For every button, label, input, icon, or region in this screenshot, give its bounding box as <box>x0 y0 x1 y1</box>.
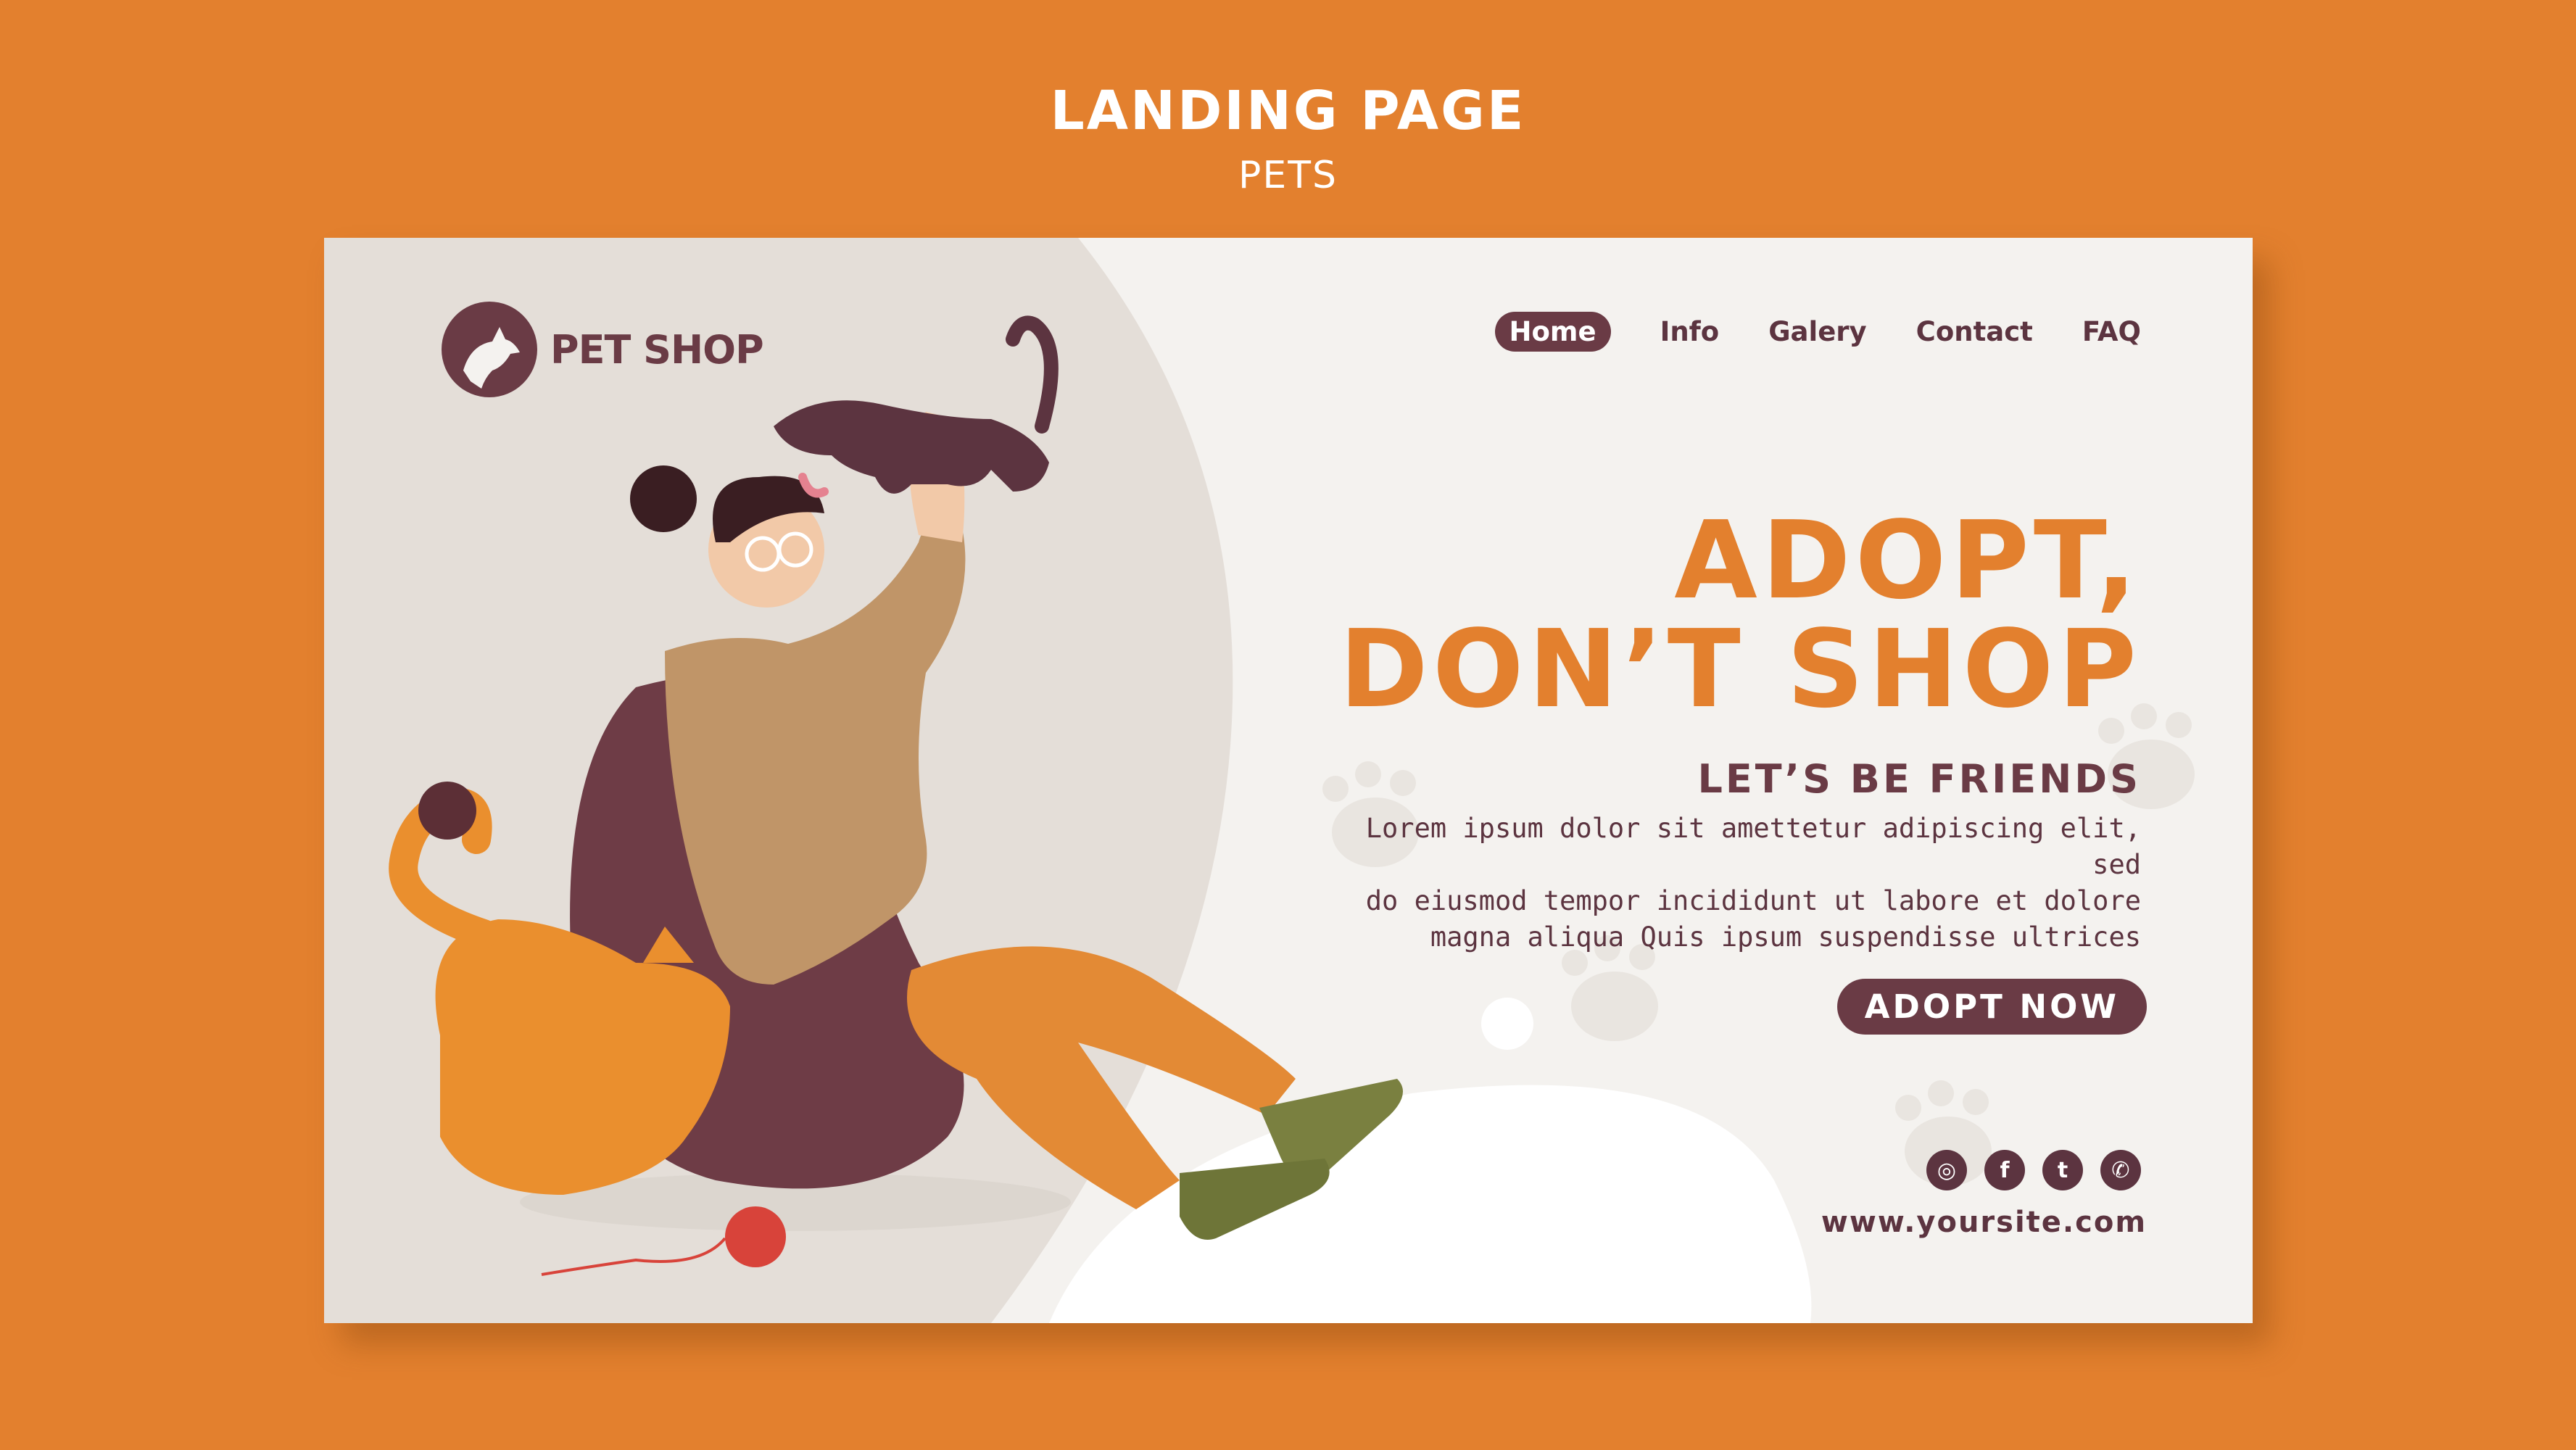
hero-paragraph: Lorem ipsum dolor sit amettetur adipisci… <box>1329 811 2141 956</box>
instagram-icon[interactable]: ◎ <box>1926 1150 1967 1190</box>
hero-subheading: LET’S BE FRIENDS <box>1697 756 2141 802</box>
puppy-tongue <box>798 473 829 498</box>
landing-page-card: PET SHOP Home Info Galery Contact FAQ AD… <box>324 238 2253 1323</box>
headline-line-1: ADOPT, <box>1674 498 2141 623</box>
hair-bun <box>630 465 697 532</box>
decor-circle <box>1481 998 1533 1050</box>
nav-item-galery[interactable]: Galery <box>1768 316 1866 347</box>
hero-headline: ADOPT, DON’T SHOP <box>1339 506 2141 724</box>
pet-logo-icon <box>442 302 537 397</box>
cat-tail-tip <box>418 782 476 840</box>
puppy <box>774 400 1049 494</box>
yarn-string <box>541 1237 726 1276</box>
paragraph-line-1: Lorem ipsum dolor sit amettetur adipisci… <box>1365 813 2141 880</box>
page-subtitle: PETS <box>1238 154 1338 197</box>
shoe-left <box>1180 1159 1330 1240</box>
paragraph-line-2: do eiusmod tempor incididunt ut labore e… <box>1365 885 2141 916</box>
adopt-now-button[interactable]: ADOPT NOW <box>1836 979 2147 1035</box>
woman-sweater <box>665 523 966 985</box>
social-links: ◎ f t ✆ <box>1909 1150 2141 1190</box>
brand-logo[interactable]: PET SHOP <box>442 302 764 397</box>
nav-item-contact[interactable]: Contact <box>1916 316 2033 347</box>
whatsapp-icon[interactable]: ✆ <box>2100 1150 2141 1190</box>
woman-with-pets-illustration <box>389 315 1403 1276</box>
nav-item-info[interactable]: Info <box>1660 316 1720 347</box>
nav-item-faq[interactable]: FAQ <box>2082 316 2141 347</box>
website-link[interactable]: www.yoursite.com <box>1821 1206 2147 1239</box>
nav-item-home[interactable]: Home <box>1494 312 1611 352</box>
brand-name: PET SHOP <box>550 326 764 373</box>
main-nav: Home Info Galery Contact FAQ <box>1494 312 2141 352</box>
paragraph-line-3: magna aliqua Quis ipsum suspendisse ultr… <box>1430 921 2141 953</box>
puppy-tail <box>1006 315 1059 434</box>
yarn-ball <box>725 1206 786 1267</box>
facebook-icon[interactable]: f <box>1984 1150 2025 1190</box>
twitter-icon[interactable]: t <box>2042 1150 2083 1190</box>
headline-line-2: DON’T SHOP <box>1339 607 2141 732</box>
page-title: LANDING PAGE <box>1050 80 1526 142</box>
